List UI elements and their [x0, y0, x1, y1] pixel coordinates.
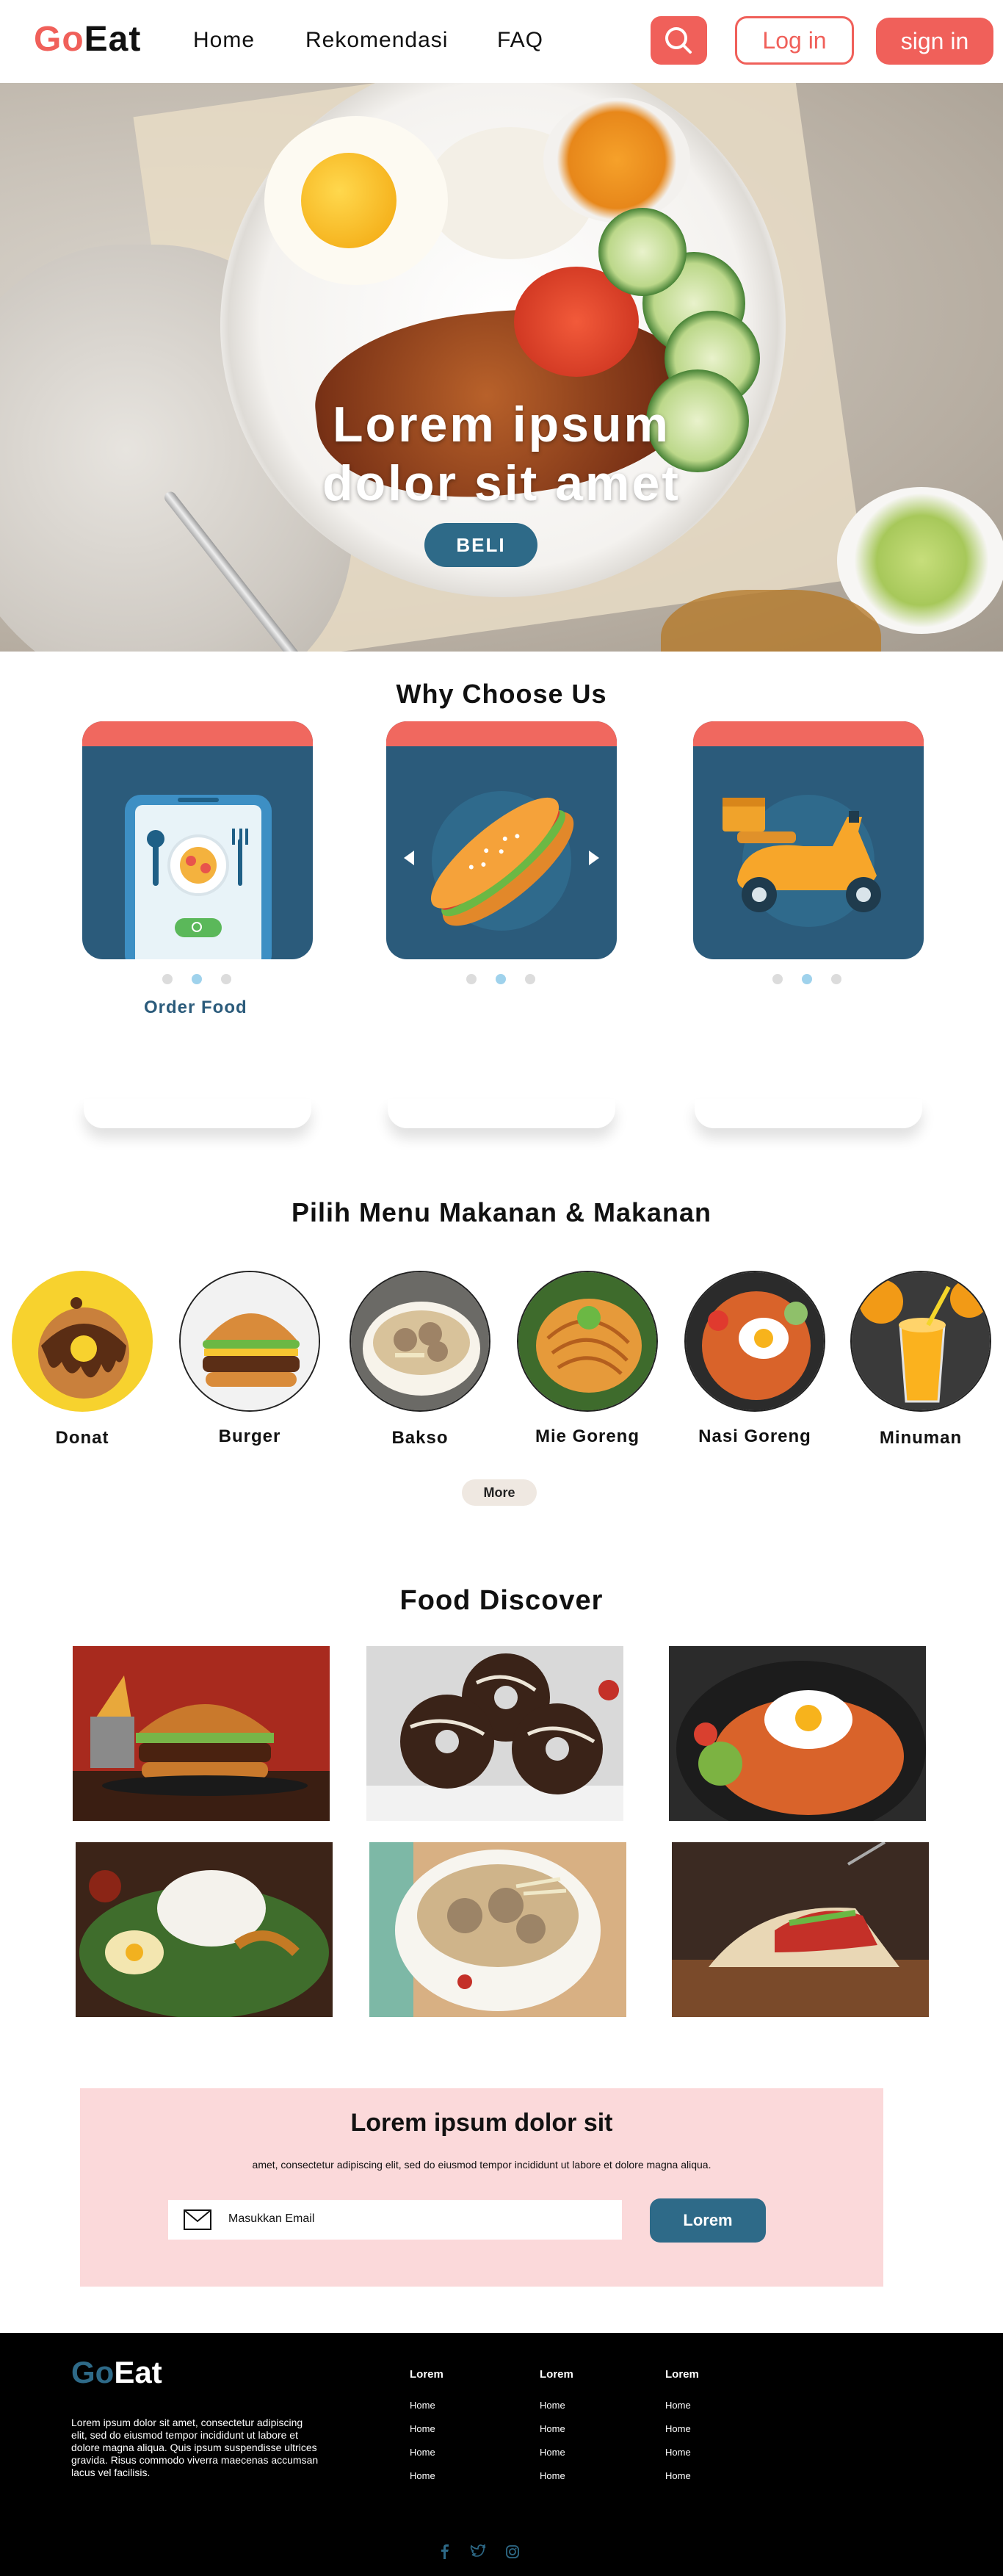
- footer-link[interactable]: Home: [540, 2470, 613, 2481]
- why-choose-title: Why Choose Us: [396, 679, 607, 709]
- footer-column-2: Lorem Home Home Home Home: [540, 2368, 613, 2494]
- carousel-dot-active[interactable]: [192, 974, 202, 984]
- menu-label-minuman: Minuman: [879, 1428, 963, 1448]
- card2-carousel-dots: [466, 974, 535, 984]
- delivery-scooter-icon: [723, 795, 881, 927]
- goeat-logo[interactable]: GoEat: [34, 19, 141, 59]
- menu-item-minuman[interactable]: [850, 1271, 991, 1412]
- kebab-photo: [672, 1842, 929, 2017]
- footer-link[interactable]: Home: [410, 2447, 483, 2458]
- burger-photo: [73, 1646, 330, 1821]
- twitter-icon[interactable]: [470, 2544, 486, 2563]
- footer-link[interactable]: Home: [410, 2423, 483, 2434]
- footer-link[interactable]: Home: [410, 2400, 483, 2411]
- carousel-dot[interactable]: [162, 974, 173, 984]
- discover-photo-kebab[interactable]: [672, 1842, 929, 2017]
- footer-link[interactable]: Home: [410, 2470, 483, 2481]
- facebook-icon[interactable]: [439, 2544, 451, 2563]
- mail-icon: [184, 2209, 211, 2230]
- nav-link-home[interactable]: Home: [193, 28, 255, 53]
- menu-item-nasi-goreng[interactable]: [684, 1271, 825, 1412]
- menu-label-mie-goreng: Mie Goreng: [535, 1426, 640, 1446]
- hero-banner: Lorem ipsum dolor sit amet BELI: [0, 83, 1003, 652]
- discover-photo-burger[interactable]: [73, 1646, 330, 1821]
- footer-logo[interactable]: GoEat: [71, 2355, 162, 2390]
- footer-description: Lorem ipsum dolor sit amet, consectetur …: [71, 2417, 319, 2478]
- footer-link[interactable]: Home: [665, 2447, 739, 2458]
- footer-link[interactable]: Home: [665, 2423, 739, 2434]
- hero-sauce-bowl: [543, 98, 690, 223]
- donut-image: [38, 1297, 129, 1399]
- food-discover-title: Food Discover: [399, 1585, 604, 1616]
- why-card-order-food[interactable]: [82, 721, 313, 959]
- nav-link-rekomendasi[interactable]: Rekomendasi: [305, 28, 448, 53]
- email-placeholder: Masukkan Email: [228, 2212, 315, 2225]
- donuts-photo: [366, 1646, 623, 1821]
- footer-column-3: Lorem Home Home Home Home: [665, 2368, 739, 2494]
- burger-image: [181, 1272, 319, 1410]
- footer: GoEat Lorem ipsum dolor sit amet, consec…: [0, 2333, 1003, 2576]
- footer-link[interactable]: Home: [665, 2470, 739, 2481]
- newsletter-section: Lorem ipsum dolor sit amet, consectetur …: [80, 2088, 883, 2287]
- footer-link[interactable]: Home: [540, 2423, 613, 2434]
- signin-button[interactable]: sign in: [876, 18, 993, 65]
- top-navbar: GoEat Home Rekomendasi FAQ Log in sign i…: [0, 0, 1003, 83]
- carousel-dot-active[interactable]: [496, 974, 506, 984]
- card3-carousel-dots: [772, 974, 841, 984]
- why-card-food-variety[interactable]: [386, 721, 617, 959]
- bakso-image: [351, 1272, 489, 1410]
- footer-link[interactable]: Home: [540, 2447, 613, 2458]
- email-field[interactable]: Masukkan Email: [168, 2200, 622, 2240]
- menu-label-bakso: Bakso: [391, 1428, 449, 1448]
- nasi-goreng-image: [686, 1272, 824, 1410]
- menu-item-donat[interactable]: [12, 1271, 153, 1412]
- menu-label-burger: Burger: [218, 1426, 281, 1446]
- carousel-dot-active[interactable]: [802, 974, 812, 984]
- why-card-delivery[interactable]: [693, 721, 924, 959]
- newsletter-subtitle: amet, consectetur adipiscing elit, sed d…: [252, 2159, 711, 2171]
- footer-link[interactable]: Home: [665, 2400, 739, 2411]
- menu-item-mie-goreng[interactable]: [517, 1271, 658, 1412]
- search-button[interactable]: [651, 16, 707, 65]
- menu-item-burger[interactable]: [179, 1271, 320, 1412]
- login-button[interactable]: Log in: [735, 16, 854, 65]
- nav-link-faq[interactable]: FAQ: [497, 28, 543, 53]
- beli-button[interactable]: BELI: [424, 523, 537, 567]
- more-button[interactable]: More: [462, 1479, 537, 1506]
- minuman-image: [852, 1272, 990, 1410]
- carousel-dot[interactable]: [221, 974, 231, 984]
- subscribe-button[interactable]: Lorem: [650, 2198, 766, 2243]
- bakso-photo: [369, 1842, 626, 2017]
- footer-column-heading: Lorem: [410, 2368, 443, 2381]
- nasi-campur-photo: [76, 1842, 333, 2017]
- hero-title: Lorem ipsum dolor sit amet: [322, 397, 681, 511]
- footer-column-heading: Lorem: [665, 2368, 699, 2381]
- hotdog-icon: [404, 791, 599, 931]
- discover-photo-bakso[interactable]: [369, 1842, 626, 2017]
- carousel-dot[interactable]: [831, 974, 841, 984]
- footer-column-heading: Lorem: [540, 2368, 573, 2381]
- discover-photo-nasi-campur[interactable]: [76, 1842, 333, 2017]
- carousel-dot[interactable]: [525, 974, 535, 984]
- search-icon: [665, 27, 692, 54]
- menu-section-title: Pilih Menu Makanan & Makanan: [291, 1197, 712, 1227]
- footer-column-1: Lorem Home Home Home Home: [410, 2368, 483, 2494]
- menu-label-nasi-goreng: Nasi Goreng: [698, 1426, 811, 1446]
- mie-goreng-image: [518, 1272, 656, 1410]
- discover-photo-nasi-goreng[interactable]: [669, 1646, 926, 1821]
- carousel-dot[interactable]: [772, 974, 783, 984]
- instagram-icon[interactable]: [505, 2544, 520, 2563]
- menu-label-donat: Donat: [55, 1428, 109, 1448]
- footer-link[interactable]: Home: [540, 2400, 613, 2411]
- card-caption-order-food: Order Food: [144, 997, 247, 1017]
- carousel-dot[interactable]: [466, 974, 477, 984]
- discover-photo-donuts[interactable]: [366, 1646, 623, 1821]
- nasi-goreng-photo: [669, 1646, 926, 1821]
- menu-item-bakso[interactable]: [350, 1271, 490, 1412]
- phone-food-order-icon: [125, 795, 272, 959]
- card1-carousel-dots: [162, 974, 231, 984]
- newsletter-title: Lorem ipsum dolor sit: [350, 2109, 613, 2137]
